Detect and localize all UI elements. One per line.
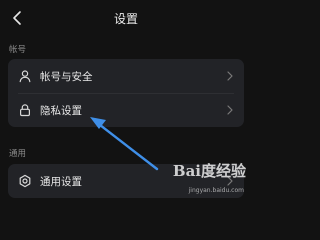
chevron-right-icon (227, 105, 233, 115)
watermark-url: jingyan.baidu.com (188, 187, 244, 194)
settings-item-account-security[interactable]: 帐号与安全 (8, 59, 244, 93)
user-icon (19, 70, 31, 83)
settings-item-label: 帐号与安全 (40, 70, 93, 83)
chevron-right-icon (227, 71, 233, 81)
settings-item-label: 隐私设置 (40, 104, 82, 117)
section-label-general: 通用 (9, 149, 27, 159)
lock-icon (19, 104, 31, 117)
section-label-account: 帐号 (9, 45, 27, 55)
page-title: 设置 (113, 12, 138, 26)
account-group: 帐号与安全 隐私设置 (8, 59, 244, 127)
gear-icon (19, 174, 31, 188)
watermark-logo: Bai度经验 (172, 162, 246, 180)
watermark: Bai度经验 jingyan.baidu.com (170, 156, 248, 196)
top-bar: 设置 (0, 0, 252, 38)
settings-item-privacy[interactable]: 隐私设置 (8, 93, 244, 127)
